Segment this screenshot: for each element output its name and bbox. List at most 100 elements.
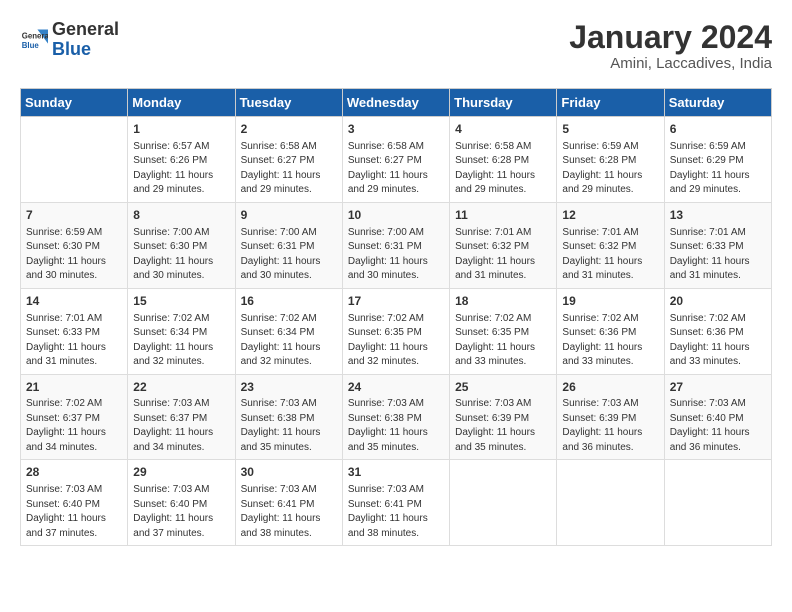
header-day-monday: Monday — [128, 89, 235, 117]
calendar-cell: 28 Sunrise: 7:03 AM Sunset: 6:40 PM Dayli… — [21, 460, 128, 546]
calendar-cell: 23Sunrise: 7:03 AM Sunset: 6:38 PM Dayli… — [235, 374, 342, 460]
calendar-cell: 24Sunrise: 7:03 AM Sunset: 6:38 PM Dayli… — [342, 374, 449, 460]
calendar-cell: 20Sunrise: 7:02 AM Sunset: 6:36 PM Dayli… — [664, 288, 771, 374]
day-number: 11 — [455, 207, 551, 224]
day-info: Sunrise: 7:02 AM Sunset: 6:35 PM Dayligh… — [455, 312, 551, 370]
day-info: Sunrise: 7:03 AM Sunset: 6:41 PM Dayligh… — [241, 483, 337, 541]
calendar-cell: 6 Sunrise: 6:59 AM Sunset: 6:29 PM Daylig… — [664, 117, 771, 203]
day-number: 7 — [26, 207, 122, 224]
calendar-table: SundayMondayTuesdayWednesdayThursdayFrid… — [20, 88, 772, 546]
day-info: Sunrise: 7:03 AM Sunset: 6:40 PM Dayligh… — [670, 397, 766, 455]
day-number: 31 — [348, 464, 444, 481]
day-number: 8 — [133, 207, 229, 224]
day-number: 25 — [455, 379, 551, 396]
svg-text:Blue: Blue — [22, 41, 40, 50]
logo: General Blue General Blue — [20, 20, 119, 60]
page-header: General Blue General Blue January 2024 A… — [20, 20, 772, 72]
week-row-1: 1 Sunrise: 6:57 AM Sunset: 6:26 PM Daylig… — [21, 117, 772, 203]
calendar-cell: 21Sunrise: 7:02 AM Sunset: 6:37 PM Dayli… — [21, 374, 128, 460]
day-info: Sunrise: 7:03 AM Sunset: 6:41 PM Dayligh… — [348, 483, 444, 541]
day-number: 19 — [562, 293, 658, 310]
week-row-2: 7 Sunrise: 6:59 AM Sunset: 6:30 PM Daylig… — [21, 202, 772, 288]
week-row-4: 21Sunrise: 7:02 AM Sunset: 6:37 PM Dayli… — [21, 374, 772, 460]
day-number: 6 — [670, 121, 766, 138]
title-block: January 2024 Amini, Laccadives, India — [569, 20, 772, 72]
svg-text:General: General — [22, 31, 48, 40]
day-number: 4 — [455, 121, 551, 138]
day-info: Sunrise: 7:01 AM Sunset: 6:33 PM Dayligh… — [26, 312, 122, 370]
day-number: 22 — [133, 379, 229, 396]
day-info: Sunrise: 7:02 AM Sunset: 6:34 PM Dayligh… — [241, 312, 337, 370]
calendar-cell: 2Sunrise: 6:58 AM Sunset: 6:27 PM Daylig… — [235, 117, 342, 203]
day-info: Sunrise: 7:03 AM Sunset: 6:40 PM Dayligh… — [26, 483, 122, 541]
calendar-cell: 13 Sunrise: 7:01 AM Sunset: 6:33 PM Dayli… — [664, 202, 771, 288]
header-day-thursday: Thursday — [450, 89, 557, 117]
header-day-tuesday: Tuesday — [235, 89, 342, 117]
logo-text: General Blue — [52, 20, 119, 60]
header-day-wednesday: Wednesday — [342, 89, 449, 117]
day-number: 24 — [348, 379, 444, 396]
day-info: Sunrise: 7:03 AM Sunset: 6:40 PM Dayligh… — [133, 483, 229, 541]
calendar-cell: 19Sunrise: 7:02 AM Sunset: 6:36 PM Dayli… — [557, 288, 664, 374]
day-info: Sunrise: 7:01 AM Sunset: 6:32 PM Dayligh… — [455, 226, 551, 284]
calendar-cell: 4Sunrise: 6:58 AM Sunset: 6:28 PM Daylig… — [450, 117, 557, 203]
day-number: 15 — [133, 293, 229, 310]
day-number: 2 — [241, 121, 337, 138]
day-number: 29 — [133, 464, 229, 481]
logo-icon: General Blue — [20, 26, 48, 54]
day-info: Sunrise: 7:01 AM Sunset: 6:33 PM Dayligh… — [670, 226, 766, 284]
day-number: 30 — [241, 464, 337, 481]
calendar-cell: 12Sunrise: 7:01 AM Sunset: 6:32 PM Dayli… — [557, 202, 664, 288]
day-number: 16 — [241, 293, 337, 310]
day-info: Sunrise: 7:03 AM Sunset: 6:39 PM Dayligh… — [455, 397, 551, 455]
calendar-cell: 25Sunrise: 7:03 AM Sunset: 6:39 PM Dayli… — [450, 374, 557, 460]
day-info: Sunrise: 7:02 AM Sunset: 6:37 PM Dayligh… — [26, 397, 122, 455]
calendar-cell: 16 Sunrise: 7:02 AM Sunset: 6:34 PM Dayli… — [235, 288, 342, 374]
calendar-cell: 30 Sunrise: 7:03 AM Sunset: 6:41 PM Dayli… — [235, 460, 342, 546]
day-number: 1 — [133, 121, 229, 138]
day-info: Sunrise: 7:00 AM Sunset: 6:30 PM Dayligh… — [133, 226, 229, 284]
calendar-cell: 3 Sunrise: 6:58 AM Sunset: 6:27 PM Daylig… — [342, 117, 449, 203]
calendar-cell: 14 Sunrise: 7:01 AM Sunset: 6:33 PM Dayli… — [21, 288, 128, 374]
day-number: 17 — [348, 293, 444, 310]
day-info: Sunrise: 6:59 AM Sunset: 6:30 PM Dayligh… — [26, 226, 122, 284]
day-info: Sunrise: 6:58 AM Sunset: 6:27 PM Dayligh… — [348, 140, 444, 198]
day-number: 14 — [26, 293, 122, 310]
calendar-cell: 31 Sunrise: 7:03 AM Sunset: 6:41 PM Dayli… — [342, 460, 449, 546]
header-day-sunday: Sunday — [21, 89, 128, 117]
day-info: Sunrise: 7:02 AM Sunset: 6:35 PM Dayligh… — [348, 312, 444, 370]
calendar-cell — [450, 460, 557, 546]
header-row: SundayMondayTuesdayWednesdayThursdayFrid… — [21, 89, 772, 117]
day-info: Sunrise: 6:59 AM Sunset: 6:29 PM Dayligh… — [670, 140, 766, 198]
day-number: 21 — [26, 379, 122, 396]
day-number: 3 — [348, 121, 444, 138]
day-number: 28 — [26, 464, 122, 481]
calendar-cell: 5Sunrise: 6:59 AM Sunset: 6:28 PM Daylig… — [557, 117, 664, 203]
day-number: 27 — [670, 379, 766, 396]
calendar-cell: 1 Sunrise: 6:57 AM Sunset: 6:26 PM Daylig… — [128, 117, 235, 203]
day-info: Sunrise: 7:00 AM Sunset: 6:31 PM Dayligh… — [241, 226, 337, 284]
day-info: Sunrise: 7:03 AM Sunset: 6:39 PM Dayligh… — [562, 397, 658, 455]
day-info: Sunrise: 7:03 AM Sunset: 6:38 PM Dayligh… — [241, 397, 337, 455]
calendar-cell: 26Sunrise: 7:03 AM Sunset: 6:39 PM Dayli… — [557, 374, 664, 460]
day-info: Sunrise: 7:02 AM Sunset: 6:34 PM Dayligh… — [133, 312, 229, 370]
calendar-cell: 27Sunrise: 7:03 AM Sunset: 6:40 PM Dayli… — [664, 374, 771, 460]
day-info: Sunrise: 7:00 AM Sunset: 6:31 PM Dayligh… — [348, 226, 444, 284]
calendar-cell — [664, 460, 771, 546]
day-number: 23 — [241, 379, 337, 396]
calendar-cell: 18Sunrise: 7:02 AM Sunset: 6:35 PM Dayli… — [450, 288, 557, 374]
day-info: Sunrise: 7:01 AM Sunset: 6:32 PM Dayligh… — [562, 226, 658, 284]
calendar-cell — [557, 460, 664, 546]
week-row-5: 28 Sunrise: 7:03 AM Sunset: 6:40 PM Dayli… — [21, 460, 772, 546]
day-number: 10 — [348, 207, 444, 224]
calendar-cell: 8 Sunrise: 7:00 AM Sunset: 6:30 PM Daylig… — [128, 202, 235, 288]
calendar-cell: 11 Sunrise: 7:01 AM Sunset: 6:32 PM Dayli… — [450, 202, 557, 288]
calendar-cell: 10 Sunrise: 7:00 AM Sunset: 6:31 PM Dayli… — [342, 202, 449, 288]
day-info: Sunrise: 6:57 AM Sunset: 6:26 PM Dayligh… — [133, 140, 229, 198]
day-info: Sunrise: 7:02 AM Sunset: 6:36 PM Dayligh… — [670, 312, 766, 370]
calendar-cell: 17 Sunrise: 7:02 AM Sunset: 6:35 PM Dayli… — [342, 288, 449, 374]
location-subtitle: Amini, Laccadives, India — [569, 55, 772, 72]
calendar-cell: 15 Sunrise: 7:02 AM Sunset: 6:34 PM Dayli… — [128, 288, 235, 374]
day-number: 13 — [670, 207, 766, 224]
calendar-cell — [21, 117, 128, 203]
